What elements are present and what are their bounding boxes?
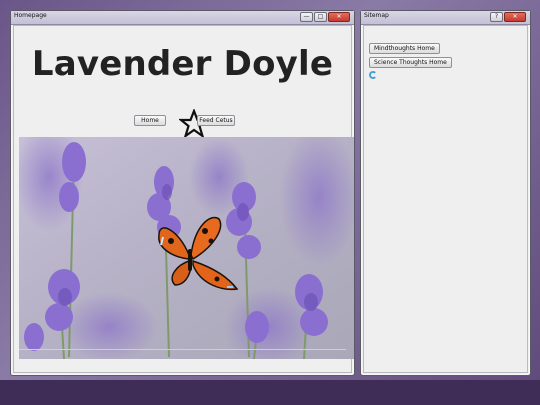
close-button[interactable]: ✕	[504, 12, 526, 22]
sitemap-window: Sitemap ? ✕ Mindthoughts Home Science Th…	[360, 10, 531, 376]
maximize-button[interactable]: □	[314, 12, 327, 22]
help-button[interactable]: ?	[490, 12, 503, 22]
homepage-status-bar	[19, 349, 346, 368]
site-title: Lavender Doyle	[31, 44, 334, 84]
feed-cetus-button[interactable]: Feed Cetus	[197, 115, 235, 126]
mindthoughts-home-link[interactable]: Mindthoughts Home	[369, 43, 440, 54]
homepage-content: Lavender Doyle Home Feed Cetus	[13, 25, 354, 373]
homepage-titlebar[interactable]: Homepage — □ ✕	[11, 11, 354, 25]
desktop-taskbar-strip	[0, 380, 540, 405]
homepage-window-title: Homepage	[14, 12, 47, 19]
minimize-button[interactable]: —	[300, 12, 313, 22]
home-button[interactable]: Home	[134, 115, 166, 126]
sitemap-titlebar[interactable]: Sitemap ? ✕	[361, 11, 530, 25]
science-thoughts-home-link[interactable]: Science Thoughts Home	[369, 57, 452, 68]
spinner-icon	[369, 71, 377, 79]
butterfly-lavender-photo	[19, 137, 354, 359]
sitemap-window-title: Sitemap	[364, 12, 389, 19]
close-button[interactable]: ✕	[328, 12, 350, 22]
homepage-window: Homepage — □ ✕ Lavender Doyle Home Feed …	[10, 10, 355, 376]
sitemap-content: Mindthoughts Home Science Thoughts Home	[363, 25, 528, 373]
